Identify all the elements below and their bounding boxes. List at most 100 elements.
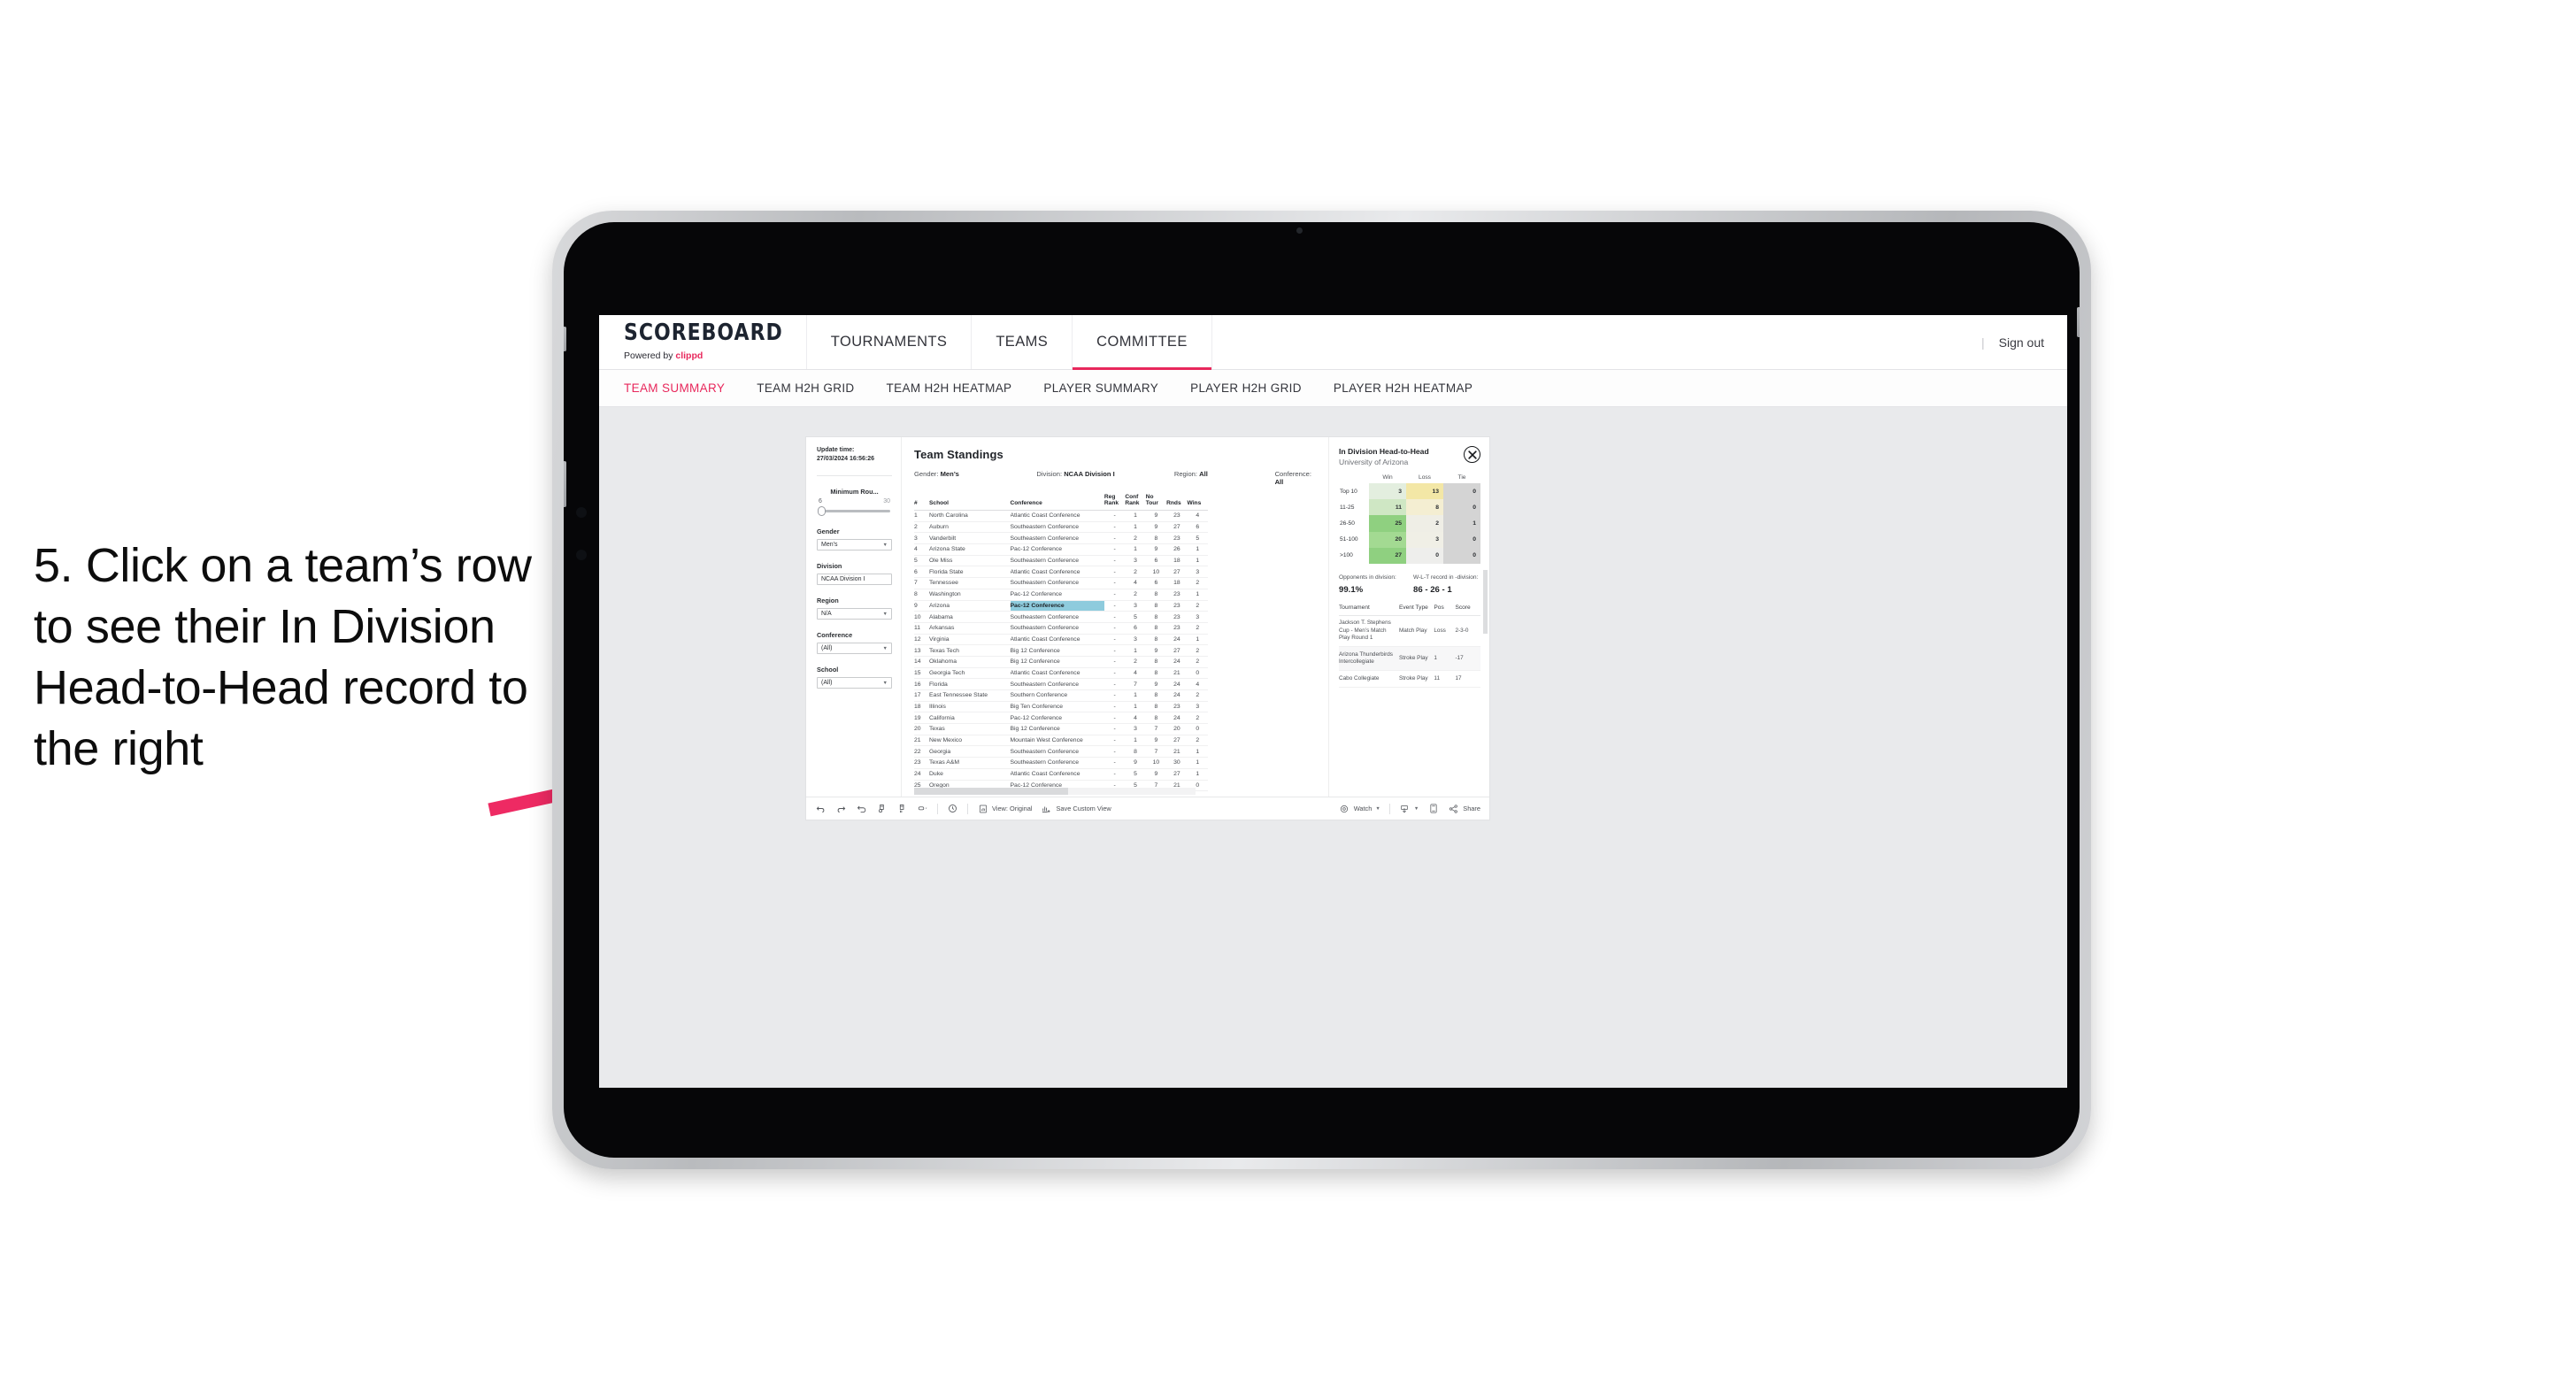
conference-value: (All) bbox=[821, 645, 833, 652]
table-row[interactable]: 20 Texas Big 12 Conference -3 7 20 0 bbox=[914, 723, 1208, 735]
chevron-down-icon: ▼ bbox=[882, 611, 888, 617]
table-row[interactable]: 16 Florida Southeastern Conference -7 9 24 4 bbox=[914, 678, 1208, 690]
table-row[interactable]: 1 North Carolina Atlantic Coast Conference… bbox=[914, 510, 1208, 522]
view-original-button[interactable]: View: Original bbox=[977, 803, 1032, 814]
power-button[interactable] bbox=[2077, 307, 2080, 337]
refresh-data-icon[interactable] bbox=[876, 803, 888, 814]
subnav-player-summary[interactable]: PLAYER SUMMARY bbox=[1043, 381, 1158, 395]
sign-out-link[interactable]: Sign out bbox=[1999, 335, 2044, 350]
table-row[interactable]: 21 New Mexico Mountain West Conference -1 9 2… bbox=[914, 735, 1208, 747]
table-row[interactable]: 5 Ole Miss Southeastern Conference -3 6 18 1 bbox=[914, 555, 1208, 567]
table-row[interactable]: 15 Georgia Tech Atlantic Coast Conference -… bbox=[914, 667, 1208, 680]
subnav-team-h2h-heatmap[interactable]: TEAM H2H HEATMAP bbox=[887, 381, 1012, 395]
table-row[interactable]: 10 Alabama Southeastern Conference -5 8 23 3 bbox=[914, 611, 1208, 623]
cell-cr: 6 bbox=[1125, 622, 1146, 635]
col-rank[interactable]: # bbox=[914, 494, 930, 511]
watch-button[interactable]: Watch ▼ bbox=[1339, 803, 1380, 814]
cell-cr: 1 bbox=[1125, 701, 1146, 713]
tournament-row[interactable]: Jackson T. Stephens Cup - Men’s Match Pl… bbox=[1339, 615, 1480, 648]
share-button[interactable]: Share bbox=[1448, 803, 1480, 814]
cell-nt: 7 bbox=[1145, 745, 1167, 758]
region-select[interactable]: N/A ▼ bbox=[817, 608, 892, 620]
col-reg-rank[interactable]: Reg Rank bbox=[1103, 494, 1126, 511]
school-label: School bbox=[817, 666, 839, 674]
col-conference[interactable]: Conference bbox=[1010, 494, 1104, 511]
table-row[interactable]: 22 Georgia Southeastern Conference -8 7 21 1 bbox=[914, 745, 1208, 758]
minimum-rounds-slider[interactable] bbox=[817, 506, 892, 517]
h2h-vertical-scrollbar[interactable] bbox=[1483, 570, 1488, 634]
revert-icon[interactable] bbox=[856, 803, 867, 814]
table-row[interactable]: 12 Virginia Atlantic Coast Conference -3 8 24… bbox=[914, 634, 1208, 646]
topnav-teams[interactable]: TEAMS bbox=[972, 315, 1073, 369]
table-row[interactable]: 11 Arkansas Southeastern Conference -6 8 23 2 bbox=[914, 622, 1208, 635]
table-row[interactable]: 6 Florida State Atlantic Coast Conference -… bbox=[914, 566, 1208, 579]
col-wins[interactable]: Wins bbox=[1187, 494, 1208, 511]
cell-num: 9 bbox=[914, 600, 930, 612]
subnav-team-h2h-grid[interactable]: TEAM H2H GRID bbox=[757, 381, 854, 395]
table-row[interactable]: 18 Illinois Big Ten Conference -1 8 23 3 bbox=[914, 701, 1208, 713]
cell-conf: Pac-12 Conference bbox=[1010, 600, 1104, 612]
table-row[interactable]: 4 Arizona State Pac-12 Conference -1 9 26 1 bbox=[914, 543, 1208, 556]
close-icon[interactable] bbox=[1464, 446, 1480, 463]
table-row[interactable]: 23 Texas A&M Southeastern Conference -9 10 30… bbox=[914, 757, 1208, 769]
col-no-tour[interactable]: No Tour bbox=[1145, 494, 1167, 511]
conference-label: Conference bbox=[817, 631, 853, 640]
cell-rnds: 27 bbox=[1166, 521, 1188, 534]
division-label: Division bbox=[817, 562, 842, 571]
table-row[interactable]: 13 Texas Tech Big 12 Conference -1 9 27 2 bbox=[914, 644, 1208, 657]
cell-wins: 1 bbox=[1187, 634, 1208, 646]
table-row[interactable]: 17 East Tennessee State Southern Conferenc… bbox=[914, 689, 1208, 702]
topnav-committee[interactable]: COMMITTEE bbox=[1073, 315, 1212, 370]
subnav-team-summary[interactable]: TEAM SUMMARY bbox=[624, 381, 725, 395]
volume-up-button[interactable] bbox=[564, 327, 566, 351]
horizontal-scrollbar[interactable] bbox=[914, 788, 1196, 795]
topnav-tournaments[interactable]: TOURNAMENTS bbox=[807, 315, 973, 369]
pause-updates-icon[interactable] bbox=[896, 803, 908, 814]
table-row[interactable]: 8 Washington Pac-12 Conference -2 8 23 1 bbox=[914, 589, 1208, 601]
scrollbar-thumb[interactable] bbox=[914, 788, 1068, 795]
table-row[interactable]: 19 California Pac-12 Conference -4 8 24 2 bbox=[914, 712, 1208, 725]
h2h-title: In Division Head-to-Head bbox=[1339, 447, 1429, 456]
undo-icon[interactable] bbox=[815, 803, 827, 814]
col-conf-rank[interactable]: Conf Rank bbox=[1125, 494, 1146, 511]
cell-rr: - bbox=[1103, 768, 1126, 781]
cell-rr: - bbox=[1103, 543, 1126, 556]
cell-school: Georgia Tech bbox=[929, 667, 1011, 680]
conference-select[interactable]: (All) ▼ bbox=[817, 643, 892, 655]
filters-panel: Update time: 27/03/2024 16:56:26 Minimum… bbox=[806, 437, 902, 797]
save-custom-view-button[interactable]: Save Custom View bbox=[1041, 803, 1111, 814]
alerts-icon[interactable] bbox=[947, 803, 958, 814]
download-button[interactable]: ▼ bbox=[1399, 803, 1419, 814]
toolbar-divider-2 bbox=[967, 803, 968, 814]
table-row[interactable]: 9 Arizona Pac-12 Conference -3 8 23 2 bbox=[914, 600, 1208, 612]
cell-wins: 4 bbox=[1187, 678, 1208, 690]
device-layout-icon[interactable] bbox=[1427, 803, 1439, 814]
volume-down-button[interactable] bbox=[564, 461, 566, 507]
app-logo[interactable]: SCOREBOARD Powered by clippd bbox=[599, 315, 807, 369]
table-row[interactable]: 14 Oklahoma Big 12 Conference -2 8 24 2 bbox=[914, 656, 1208, 668]
division-select[interactable]: NCAA Division I bbox=[817, 574, 892, 586]
save-custom-view-icon bbox=[1041, 803, 1052, 814]
tournament-row[interactable]: Arizona Thunderbirds Intercollegiate Stro… bbox=[1339, 646, 1480, 672]
cell-wins: 2 bbox=[1187, 600, 1208, 612]
tournament-row[interactable]: Cabo Collegiate Stroke Play 11 17 bbox=[1339, 670, 1480, 688]
subnav-player-h2h-grid[interactable]: PLAYER H2H GRID bbox=[1190, 381, 1302, 395]
dashboard-canvas: Update time: 27/03/2024 16:56:26 Minimum… bbox=[599, 407, 2067, 1088]
cell-rr: - bbox=[1103, 678, 1126, 690]
school-select[interactable]: (All) ▼ bbox=[817, 677, 892, 689]
highlight-icon[interactable] bbox=[917, 803, 928, 814]
cell-rnds: 21 bbox=[1166, 745, 1188, 758]
table-row[interactable]: 3 Vanderbilt Southeastern Conference -2 8 23 5 bbox=[914, 532, 1208, 545]
col-school[interactable]: School bbox=[929, 494, 1011, 511]
col-rnds[interactable]: Rnds bbox=[1166, 494, 1188, 511]
table-row[interactable]: 2 Auburn Southeastern Conference -1 9 27 6 bbox=[914, 521, 1208, 534]
redo-icon[interactable] bbox=[835, 803, 847, 814]
slider-handle[interactable] bbox=[818, 506, 826, 517]
table-row[interactable]: 24 Duke Atlantic Coast Conference -5 9 27 1 bbox=[914, 768, 1208, 781]
table-row[interactable]: 7 Tennessee Southeastern Conference -4 6 18 2 bbox=[914, 577, 1208, 589]
subnav-player-h2h-heatmap[interactable]: PLAYER H2H HEATMAP bbox=[1334, 381, 1473, 395]
gender-select[interactable]: Men’s ▼ bbox=[817, 539, 892, 551]
cell-school: Duke bbox=[929, 768, 1011, 781]
standings-table-scroll[interactable]: # School Conference Reg Rank Conf Rank No T… bbox=[914, 494, 1328, 797]
cell-rr: - bbox=[1103, 510, 1126, 522]
